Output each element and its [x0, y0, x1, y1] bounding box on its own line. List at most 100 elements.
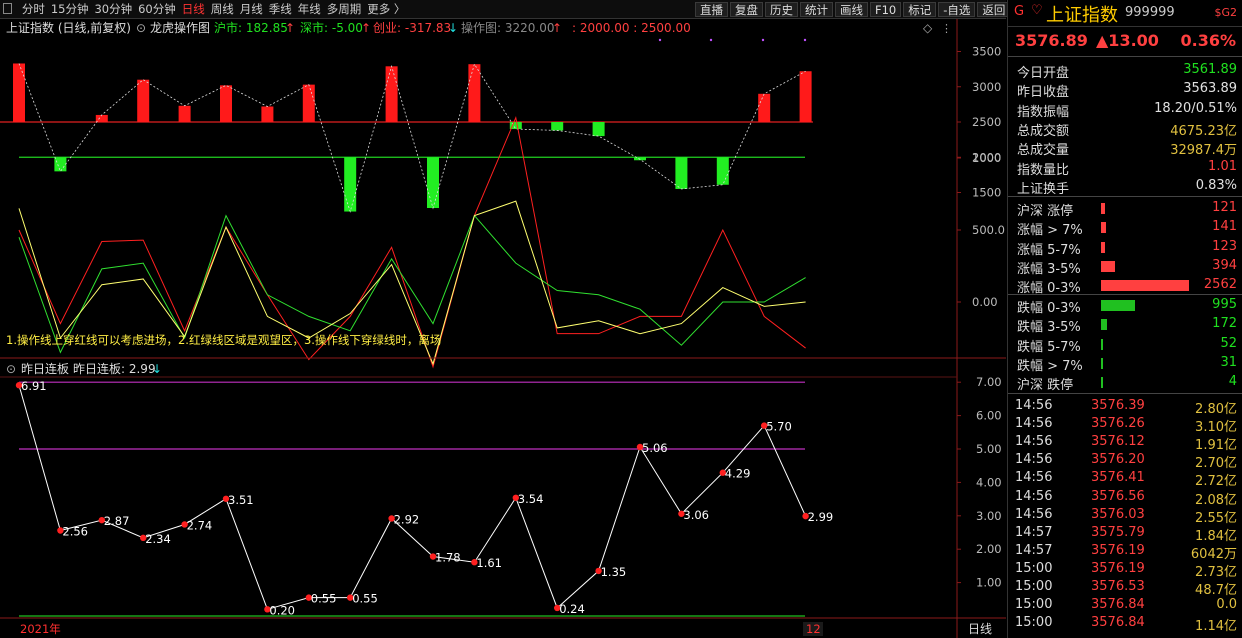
- operation-bar: [220, 85, 232, 122]
- toolbar-button-5[interactable]: F10: [870, 2, 902, 17]
- tick-row: 15:00 3576.84 1.14亿: [1008, 615, 1242, 634]
- sub-chart-title: 昨日连板: [21, 361, 69, 376]
- data-label: 5.06: [642, 441, 668, 455]
- toolbar-button-8[interactable]: 返回: [977, 2, 1011, 17]
- period-tab-0[interactable]: 分时: [19, 2, 48, 17]
- sh-arrow: ↑: [285, 21, 295, 35]
- marker-dot: [803, 38, 807, 42]
- toolbar-button-1[interactable]: 复盘: [730, 2, 763, 17]
- sz-market-value: 深市: -5.00: [300, 20, 363, 35]
- breadth-down-bar: [1101, 357, 1103, 369]
- tick-volume: 2.08亿: [1195, 492, 1237, 508]
- toolbar-button-0[interactable]: 直播: [695, 2, 728, 17]
- y-tick-label: 3500: [972, 45, 1001, 59]
- tick-price: 3575.79: [1091, 524, 1145, 540]
- data-label: 0.20: [269, 603, 295, 617]
- toolbar-button-6[interactable]: 标记: [903, 2, 937, 17]
- breadth-up-row: 沪深 涨停 121: [1008, 199, 1242, 219]
- breadth-value: 52: [1220, 335, 1237, 351]
- indicator-line-green: [18, 214, 806, 354]
- breadth-value: 2562: [1203, 277, 1237, 293]
- tick-price: 3576.26: [1091, 416, 1145, 432]
- heart-icon[interactable]: ♡: [1031, 3, 1043, 18]
- breadth-label: 沪深 跌停: [1017, 378, 1074, 394]
- tick-time: 14:56: [1015, 416, 1053, 432]
- tick-row: 14:56 3576.03 2.55亿: [1008, 507, 1242, 526]
- chart-area[interactable]: 上证指数 (日线,前复权) ⊙ 龙虎操作图 沪市: 182.85↑ 深市: -5.00↑…: [0, 19, 1006, 638]
- period-tab-9[interactable]: 多周期: [324, 2, 365, 17]
- year-label: 2021年: [20, 622, 61, 636]
- period-tab-2[interactable]: 30分钟: [91, 2, 135, 17]
- period-tab-3[interactable]: 60分钟: [135, 2, 179, 17]
- toolbar-button-4[interactable]: 画线: [835, 2, 868, 17]
- price-row: 3576.89 ▲13.00 0.36%: [1008, 27, 1242, 57]
- data-label: 1.61: [476, 556, 502, 570]
- operation-bar: [468, 64, 481, 122]
- operation-bar: [178, 105, 191, 122]
- indicator-name: 龙虎操作图: [150, 20, 210, 35]
- operation-bar: [799, 71, 812, 122]
- stat-value: 0.83%: [1195, 177, 1237, 193]
- separator: [1008, 196, 1242, 197]
- y-tick-label: 4.00: [976, 475, 1002, 489]
- stat-value: 3563.89: [1183, 81, 1237, 97]
- breadth-up-bar: [1101, 241, 1106, 253]
- breadth-value: 172: [1212, 316, 1237, 332]
- stat-label: 总成交量: [1017, 143, 1070, 159]
- period-tab-6[interactable]: 月线: [237, 2, 266, 17]
- separator: [1008, 294, 1242, 295]
- operation-bar: [716, 157, 729, 185]
- breadth-down-row: 跌幅 > 7% 31: [1008, 354, 1242, 374]
- period-tab-1[interactable]: 15分钟: [48, 2, 92, 17]
- toolbar-button-2[interactable]: 历史: [765, 2, 798, 17]
- toolbar-button-7[interactable]: -自选: [938, 2, 976, 17]
- tick-price: 3576.03: [1091, 506, 1145, 522]
- tick-price: 3576.53: [1091, 579, 1145, 594]
- breadth-down-row: 跌幅 0-3% 995: [1008, 296, 1242, 316]
- sub-chart-value: 昨日连板: 2.99: [73, 361, 156, 376]
- tick-time: 14:57: [1015, 542, 1053, 558]
- breadth-up-bar: [1101, 222, 1106, 234]
- breadth-value: 31: [1220, 354, 1237, 370]
- cursor-date-label: 12: [806, 622, 821, 636]
- stat-value: 4675.23亿: [1170, 123, 1237, 139]
- data-label: 6.91: [21, 379, 47, 393]
- y-tick-label: 0.00: [972, 295, 998, 309]
- breadth-up-bar: [1101, 203, 1106, 214]
- op-arrow: ↑: [552, 21, 562, 35]
- flag-label: G: [1014, 4, 1025, 19]
- breadth-up-row: 涨幅 5-7% 123: [1008, 238, 1242, 258]
- tick-time: 14:57: [1015, 524, 1053, 540]
- collapse-icon: ⊙: [136, 21, 146, 35]
- quote-header: G ♡ 上证指数 999999 $G2: [1008, 0, 1242, 27]
- period-tab-4[interactable]: 日线: [179, 2, 208, 17]
- stat-label: 指数振幅: [1017, 104, 1070, 120]
- period-tab-5[interactable]: 周线: [208, 2, 237, 17]
- operation-bar: [344, 157, 357, 212]
- breadth-label: 涨幅 > 7%: [1017, 223, 1083, 239]
- breadth-value: 394: [1212, 257, 1237, 273]
- period-label: 日线: [968, 622, 992, 636]
- operation-bar: [54, 157, 67, 172]
- last-price: 3576.89: [1015, 31, 1088, 50]
- tick-time: 14:56: [1015, 452, 1053, 468]
- period-tab-10[interactable]: 更多 〉: [364, 2, 408, 17]
- breadth-label: 跌幅 3-5%: [1017, 320, 1081, 336]
- tick-row: 15:00 3576.19 2.73亿: [1008, 561, 1242, 580]
- tick-price: 3576.20: [1091, 452, 1145, 468]
- breadth-label: 涨幅 5-7%: [1017, 242, 1081, 258]
- breadth-label: 沪深 涨停: [1017, 204, 1074, 219]
- tick-price: 3576.41: [1091, 470, 1145, 486]
- breadth-up-row: 涨幅 > 7% 141: [1008, 218, 1242, 239]
- operation-bar: [13, 63, 25, 122]
- breadth-label: 跌幅 0-3%: [1017, 301, 1081, 316]
- tick-row: 14:57 3575.79 1.84亿: [1008, 525, 1242, 544]
- toolbar-button-3[interactable]: 统计: [800, 2, 833, 17]
- tick-time: 15:00: [1015, 560, 1053, 576]
- diamond-icon: ◇: [923, 21, 933, 35]
- period-tab-8[interactable]: 年线: [295, 2, 324, 17]
- period-tab-7[interactable]: 季线: [266, 2, 295, 17]
- breadth-value: 123: [1212, 238, 1237, 254]
- tick-volume: 1.84亿: [1195, 528, 1237, 544]
- pause-icon[interactable]: [3, 3, 12, 14]
